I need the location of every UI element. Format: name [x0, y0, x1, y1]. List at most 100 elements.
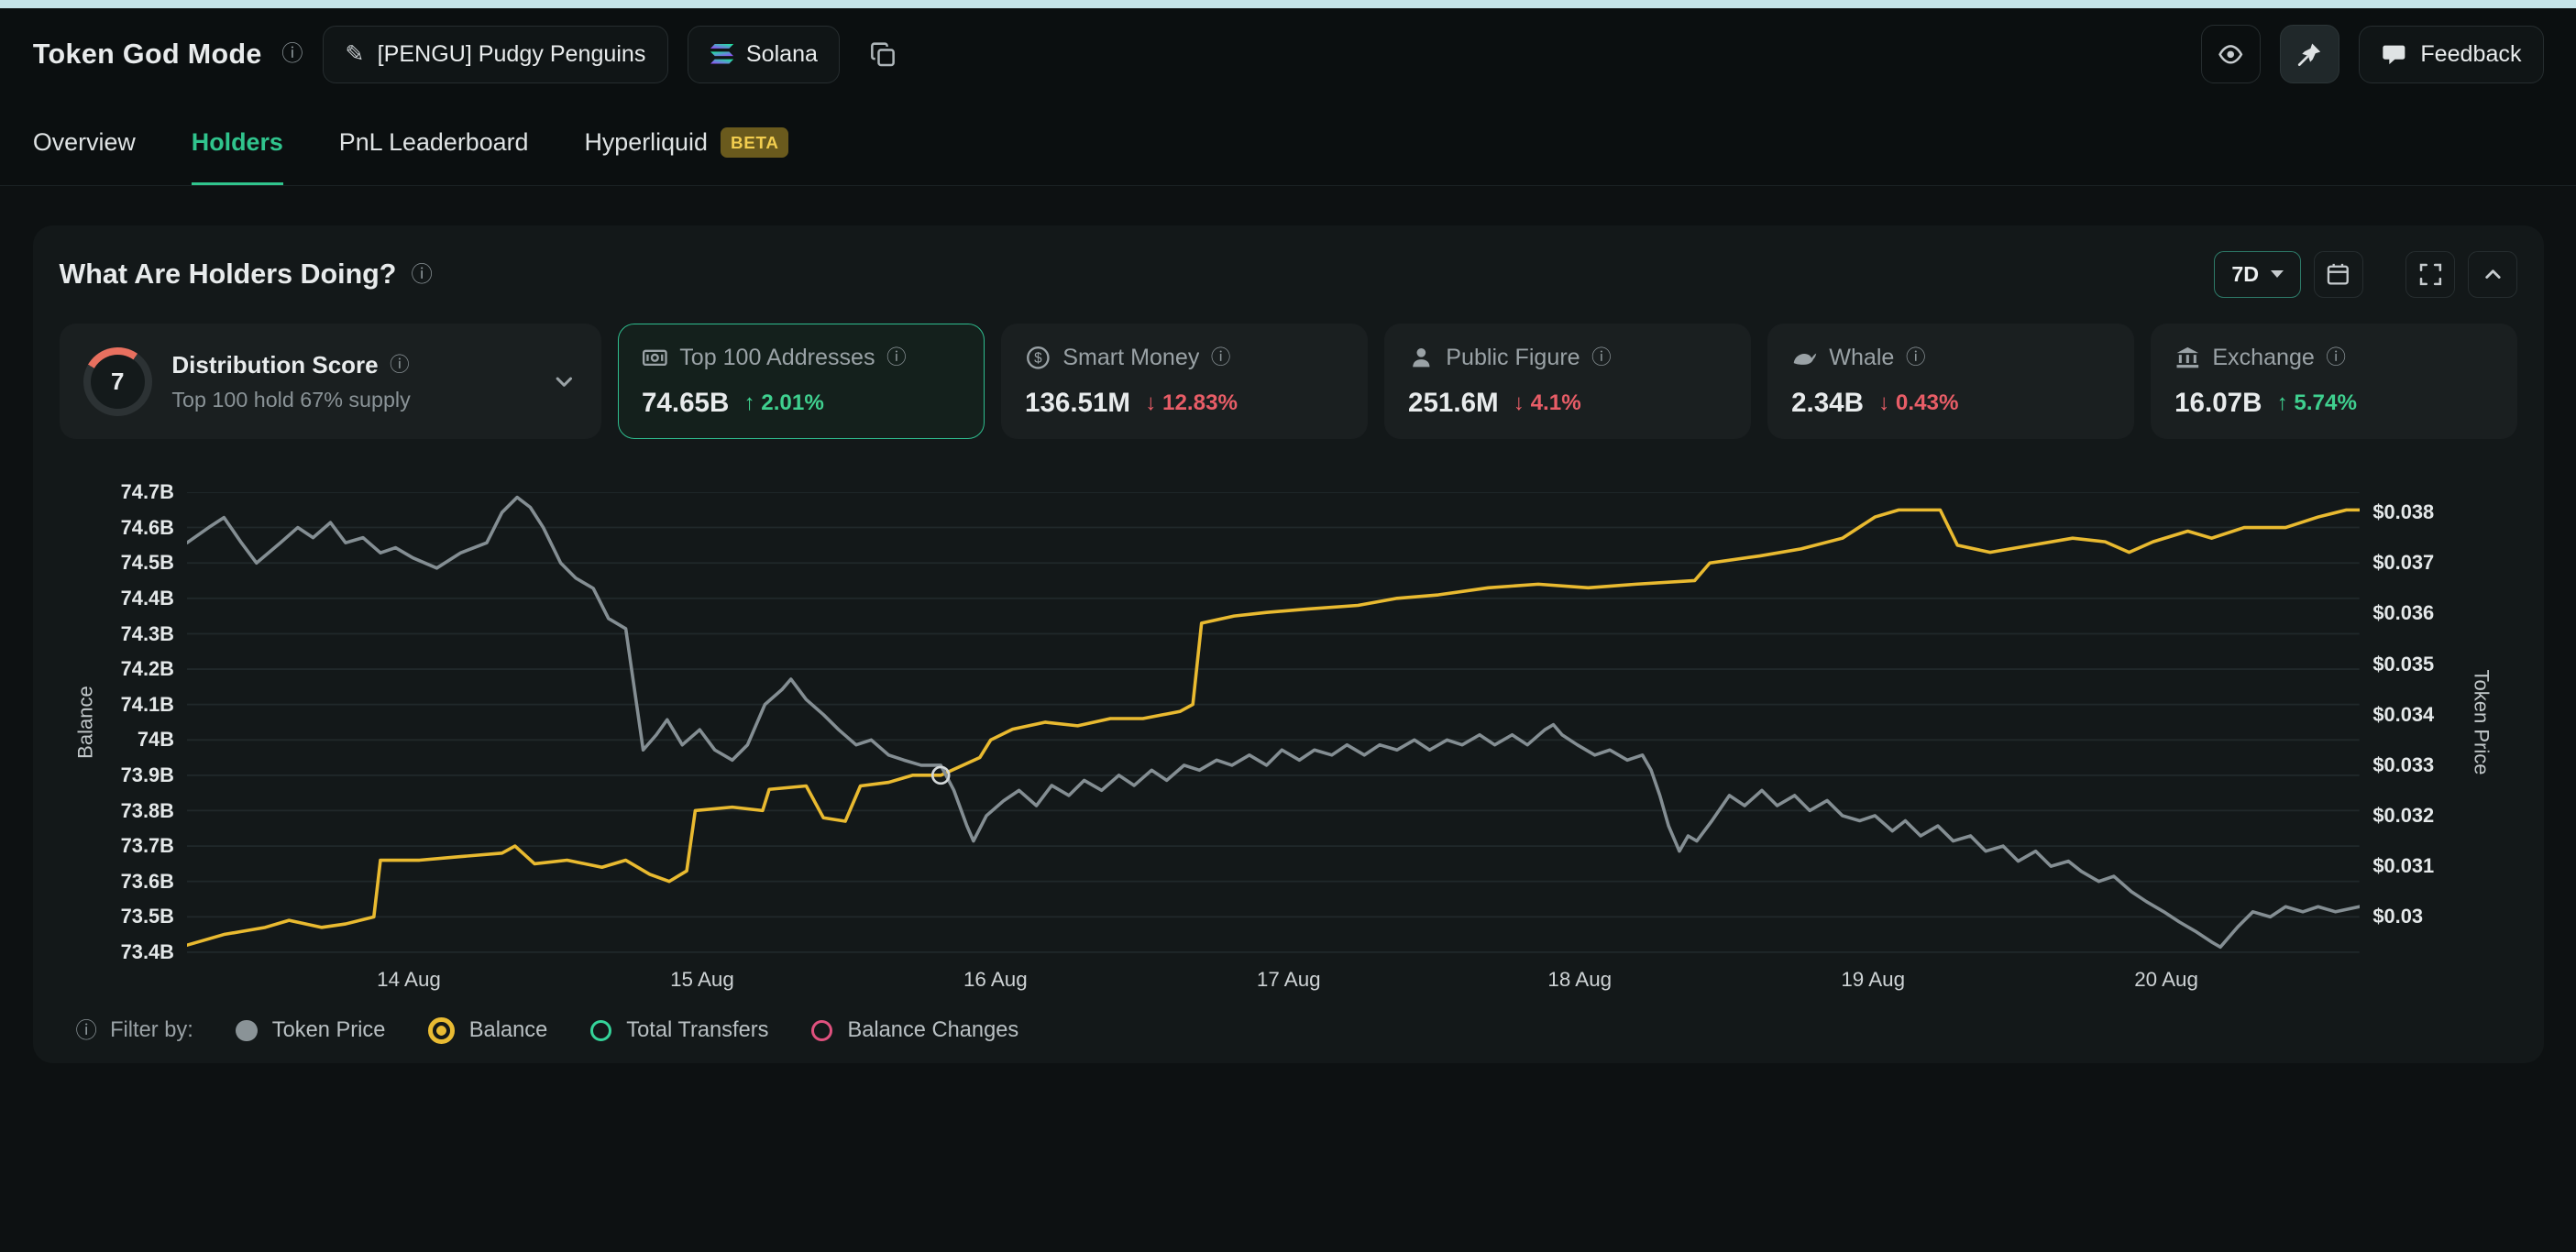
- stat-card-whale[interactable]: Whale ⓘ 2.34B ↓ 0.43%: [1767, 324, 2134, 439]
- fullscreen-button[interactable]: [2405, 251, 2455, 297]
- stat-value: 16.07B: [2174, 388, 2262, 419]
- tab-holders[interactable]: Holders: [192, 100, 283, 184]
- price-axis-tick: $0.035: [2372, 653, 2504, 676]
- price-axis-tick: $0.034: [2372, 703, 2504, 727]
- copy-address-button[interactable]: [860, 25, 906, 84]
- x-axis-date-label: 20 Aug: [2092, 968, 2240, 992]
- distribution-score-card[interactable]: 7 Distribution Score ⓘ Top 100 hold 67% …: [60, 324, 601, 439]
- stat-value: 136.51M: [1025, 388, 1130, 419]
- stat-label: Whale: [1829, 345, 1894, 371]
- stat-change: ↓ 4.1%: [1514, 390, 1581, 416]
- top-accent-strip: [0, 0, 2576, 8]
- tab-hyperliquid[interactable]: Hyperliquid BETA: [584, 100, 788, 184]
- chevron-down-icon[interactable]: [551, 368, 578, 395]
- copy-icon: [870, 41, 897, 68]
- solana-icon: [710, 44, 733, 64]
- bank-icon: [2174, 345, 2201, 371]
- x-axis-date-label: 18 Aug: [1506, 968, 1654, 992]
- feedback-button[interactable]: Feedback: [2359, 26, 2544, 83]
- calendar-icon: [2325, 261, 2351, 288]
- stat-sublabel: Top 100 hold 67% supply: [171, 388, 531, 412]
- main-content: What Are Holders Doing? ⓘ 7D: [0, 186, 2576, 1252]
- stat-card-public-figure[interactable]: Public Figure ⓘ 251.6M ↓ 4.1%: [1384, 324, 1751, 439]
- holders-doing-panel: What Are Holders Doing? ⓘ 7D: [33, 225, 2544, 1064]
- whale-icon: [1791, 345, 1818, 371]
- token-selector-button[interactable]: ✎ [PENGU] Pudgy Penguins: [323, 26, 668, 83]
- tab-label: Overview: [33, 128, 136, 157]
- legend-balance[interactable]: Balance: [428, 1017, 547, 1044]
- info-icon: ⓘ: [1906, 348, 1926, 368]
- tab-label: PnL Leaderboard: [339, 128, 529, 157]
- stat-card-exchange[interactable]: Exchange ⓘ 16.07B ↑ 5.74%: [2151, 324, 2517, 439]
- info-icon: ⓘ: [2326, 348, 2346, 368]
- tab-overview[interactable]: Overview: [33, 100, 136, 184]
- legend-label: Total Transfers: [626, 1018, 768, 1043]
- balance-axis-tick: 74.2B: [60, 657, 174, 681]
- balance-axis-tick: 73.7B: [60, 834, 174, 858]
- price-axis-tick: $0.038: [2372, 500, 2504, 524]
- price-axis-tick: $0.032: [2372, 804, 2504, 828]
- price-axis-tick: $0.031: [2372, 854, 2504, 878]
- chart-canvas[interactable]: [187, 492, 2360, 955]
- x-axis-date-label: 14 Aug: [335, 968, 482, 992]
- info-icon: ⓘ: [390, 356, 410, 376]
- total-transfers-dot-icon: [590, 1020, 611, 1041]
- balance-axis-tick: 74.7B: [60, 480, 174, 504]
- stat-label: Distribution Score: [171, 351, 378, 379]
- chain-selector-button[interactable]: Solana: [688, 26, 840, 83]
- filter-by-label: Filter by:: [110, 1018, 193, 1043]
- svg-text:$: $: [1034, 351, 1042, 367]
- calendar-button[interactable]: [2314, 251, 2363, 297]
- chat-bubble-icon: [2381, 41, 2407, 68]
- balance-axis-tick: 73.6B: [60, 870, 174, 894]
- distribution-score-value: 7: [111, 368, 124, 396]
- balance-axis-tick: 73.8B: [60, 799, 174, 823]
- person-icon: [1408, 345, 1435, 371]
- feedback-label: Feedback: [2420, 41, 2521, 68]
- x-axis-date-label: 16 Aug: [921, 968, 1069, 992]
- stat-card-smart-money[interactable]: $ Smart Money ⓘ 136.51M ↓ 12.83%: [1001, 324, 1368, 439]
- stats-row: 7 Distribution Score ⓘ Top 100 hold 67% …: [60, 324, 2518, 439]
- price-axis-tick: $0.033: [2372, 753, 2504, 777]
- balance-axis-tick: 74.1B: [60, 693, 174, 717]
- balance-radio-icon: [428, 1017, 455, 1044]
- stat-change: ↓ 0.43%: [1878, 390, 1958, 416]
- info-icon: ⓘ: [886, 348, 907, 368]
- cash-icon: [642, 345, 668, 371]
- legend-total-transfers[interactable]: Total Transfers: [590, 1018, 769, 1043]
- legend-label: Token Price: [272, 1018, 386, 1043]
- balance-axis-tick: 73.4B: [60, 940, 174, 964]
- coin-dollar-icon: $: [1025, 345, 1051, 371]
- pin-icon: [2296, 41, 2323, 68]
- legend-label: Balance: [469, 1018, 548, 1043]
- timeframe-value: 7D: [2231, 262, 2259, 287]
- stat-change: ↓ 12.83%: [1145, 390, 1238, 416]
- info-icon: ⓘ: [281, 43, 303, 64]
- pin-button[interactable]: [2280, 25, 2339, 84]
- stat-value: 2.34B: [1791, 388, 1864, 419]
- collapse-button[interactable]: [2468, 251, 2517, 297]
- price-axis-tick: $0.037: [2372, 551, 2504, 575]
- legend-balance-changes[interactable]: Balance Changes: [811, 1018, 1018, 1043]
- timeframe-dropdown[interactable]: 7D: [2214, 251, 2300, 298]
- legend-token-price[interactable]: Token Price: [236, 1018, 385, 1043]
- balance-axis-tick: 74.4B: [60, 587, 174, 610]
- stat-value: 74.65B: [642, 388, 729, 419]
- balance-axis-tick: 74.3B: [60, 622, 174, 646]
- info-icon: ⓘ: [1591, 348, 1612, 368]
- balance-axis-tick: 74B: [60, 728, 174, 752]
- balance-changes-dot-icon: [811, 1020, 832, 1041]
- stat-label: Top 100 Addresses: [679, 345, 875, 371]
- tab-pnl-leaderboard[interactable]: PnL Leaderboard: [339, 100, 529, 184]
- info-icon: ⓘ: [412, 264, 433, 285]
- balance-axis-tick: 74.5B: [60, 551, 174, 575]
- caret-down-icon: [2271, 270, 2284, 278]
- edit-pencil-icon: ✎: [345, 43, 364, 66]
- fullscreen-icon: [2418, 262, 2443, 287]
- token-price-dot-icon: [236, 1020, 257, 1041]
- tab-label: Hyperliquid: [584, 128, 707, 157]
- holders-activity-chart[interactable]: Balance Token Price 74.7B74.6B74.5B74.4B…: [60, 482, 2518, 1005]
- stat-card-top-100-addresses[interactable]: Top 100 Addresses ⓘ 74.65B ↑ 2.01%: [618, 324, 985, 439]
- page-title: Token God Mode: [33, 38, 262, 71]
- watchlist-eye-button[interactable]: [2201, 25, 2261, 84]
